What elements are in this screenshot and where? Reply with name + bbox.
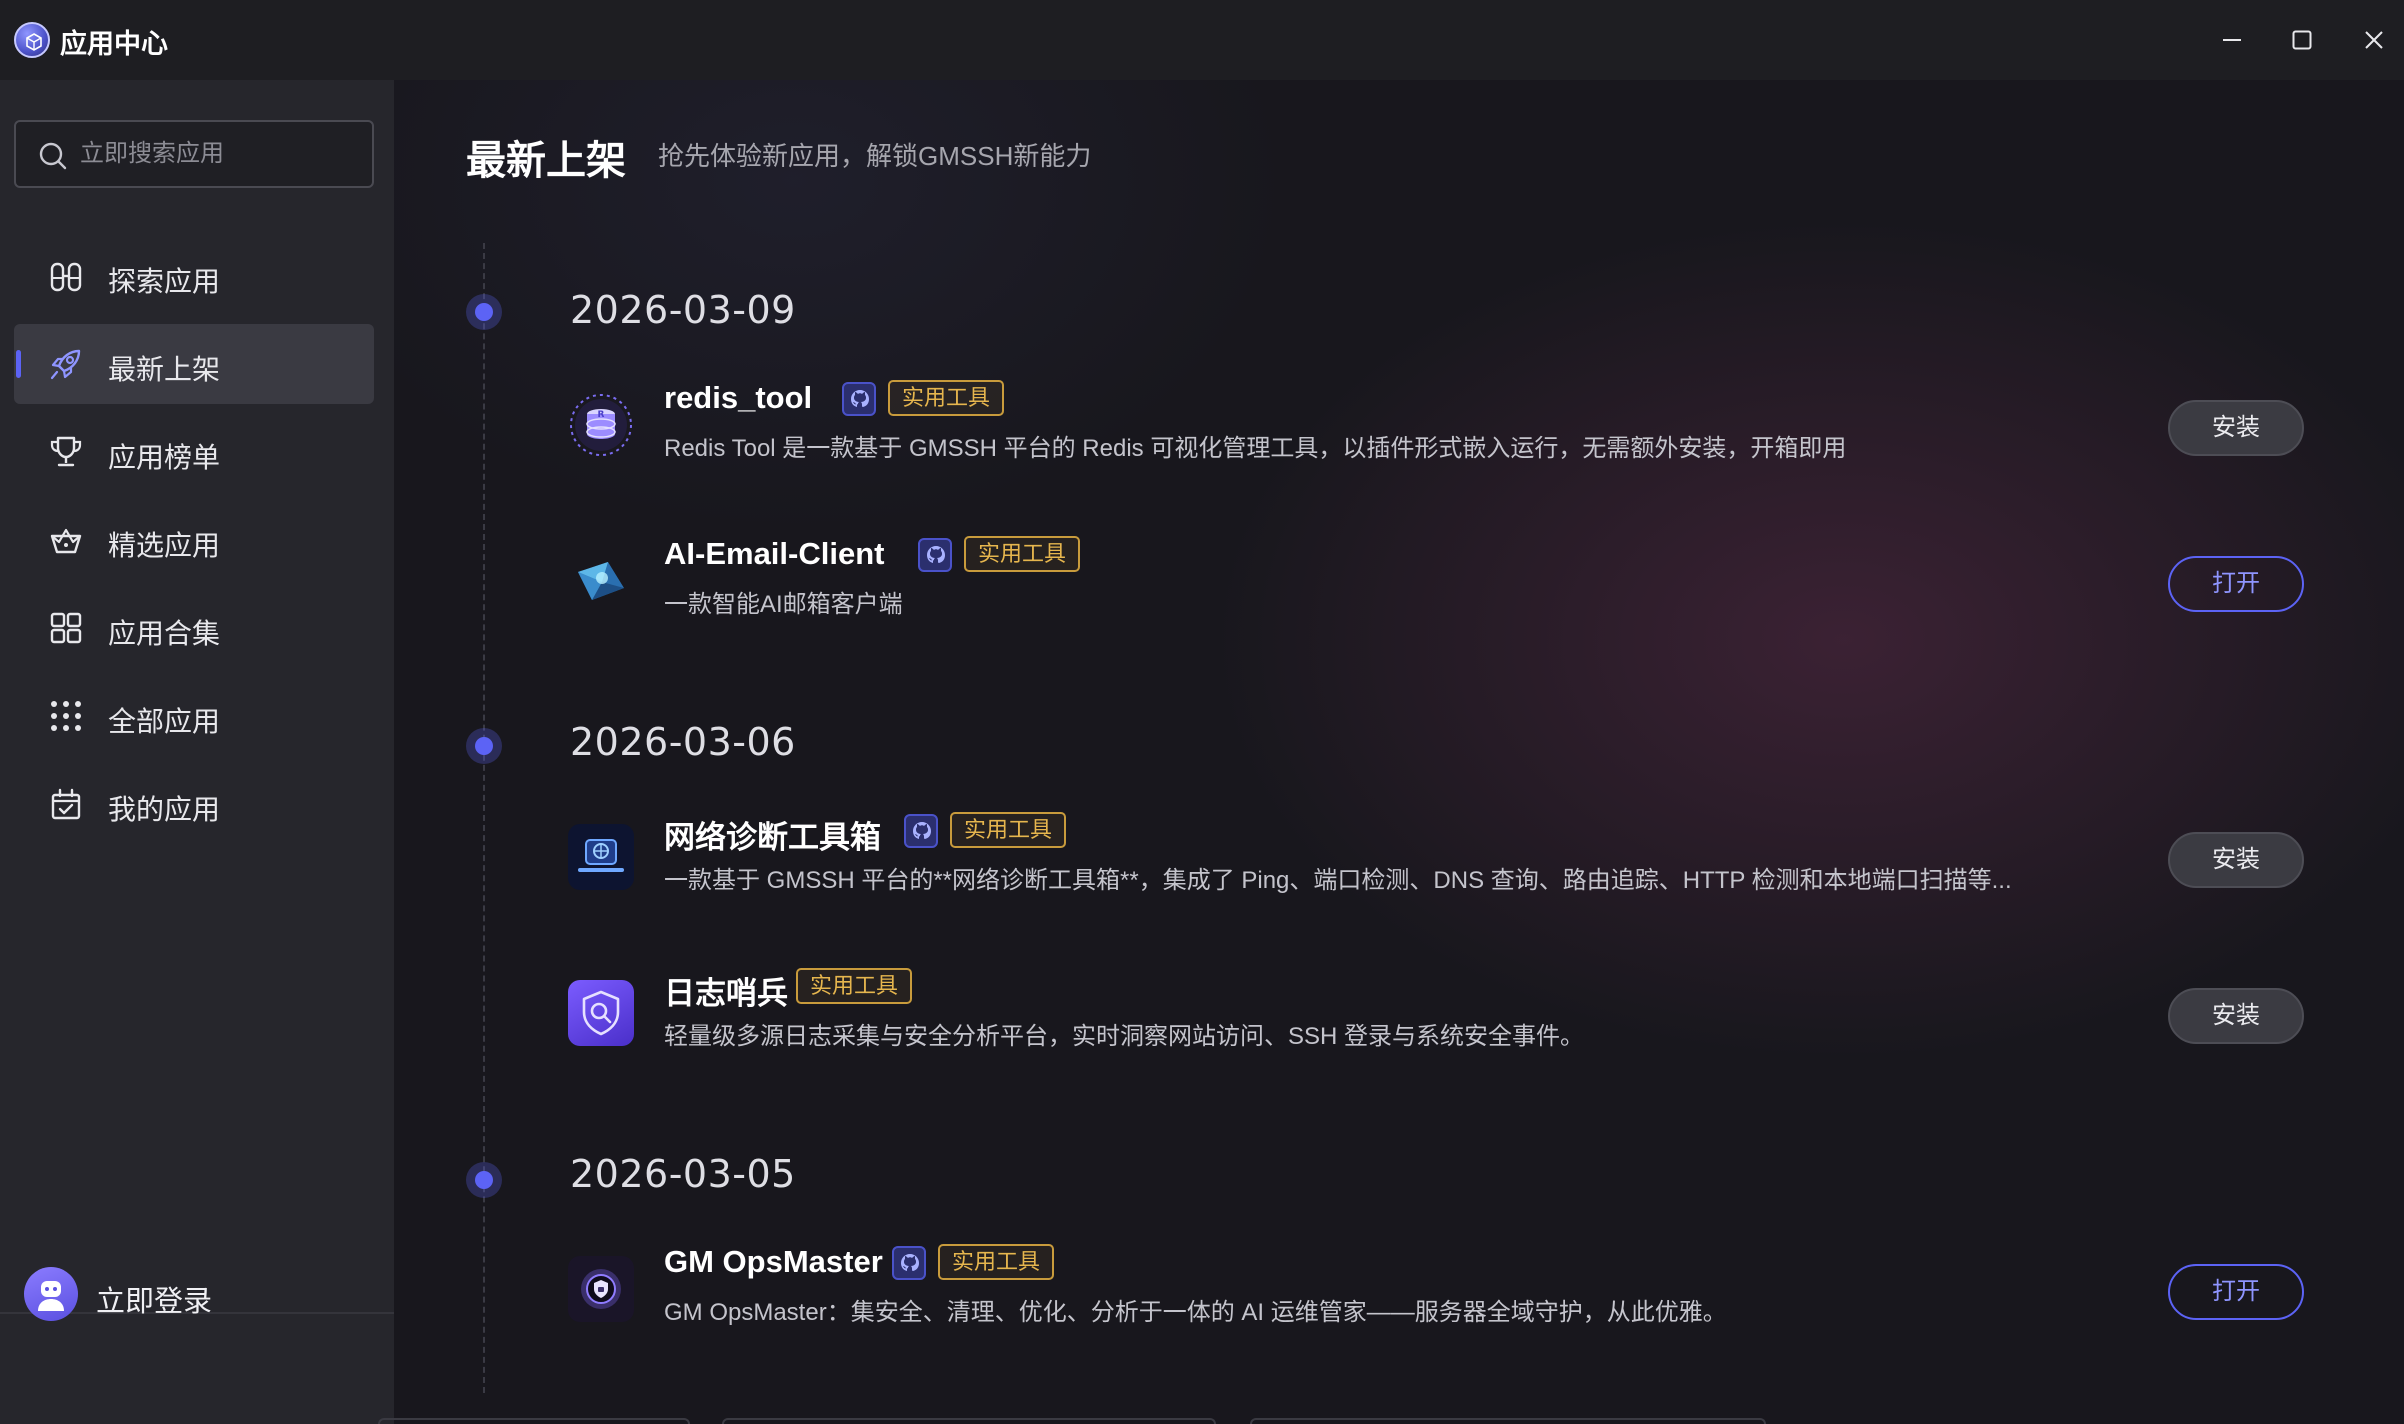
date-label: 2026-03-09 (570, 288, 796, 332)
github-icon[interactable] (918, 538, 952, 572)
github-icon[interactable] (892, 1246, 926, 1280)
network-toolbox-icon (568, 824, 634, 890)
app-description: GM OpsMaster：集安全、清理、优化、分析于一体的 AI 运维管家——服… (664, 1299, 1727, 1326)
partial-card-edge (1250, 1418, 1766, 1424)
app-row-ai-email-client: AI-Email-Client 实用工具 一款智能AI邮箱客户端 打开 (568, 536, 2378, 656)
email-envelope-icon (568, 548, 634, 614)
sidebar-item-collections[interactable]: 应用合集 (14, 588, 374, 668)
category-tag: 实用工具 (950, 812, 1067, 848)
minimize-icon (2223, 39, 2241, 41)
sidebar-item-explore[interactable]: 探索应用 (14, 236, 374, 316)
category-tag: 实用工具 (796, 968, 913, 1004)
avatar[interactable] (24, 1267, 78, 1321)
timeline-dot (466, 294, 502, 330)
category-tag: 实用工具 (964, 536, 1081, 572)
install-button[interactable]: 安装 (2168, 832, 2304, 888)
app-center-window: 应用中心 探索应用 最新上架 应用榜单 (0, 0, 2404, 1424)
github-icon[interactable] (842, 382, 876, 416)
app-description: 一款智能AI邮箱客户端 (664, 591, 903, 618)
category-tag: 实用工具 (938, 1244, 1055, 1280)
app-row-network-toolbox: 网络诊断工具箱 实用工具 一款基于 GMSSH 平台的**网络诊断工具箱**，集… (568, 812, 2378, 932)
window-title: 应用中心 (60, 29, 168, 59)
robot-avatar-icon (38, 1281, 64, 1311)
app-description: 一款基于 GMSSH 平台的**网络诊断工具箱**，集成了 Ping、端口检测、… (664, 867, 2012, 894)
sidebar-item-label: 我的应用 (108, 794, 221, 825)
close-icon (2365, 31, 2383, 49)
binoculars-icon (50, 262, 82, 292)
open-button[interactable]: 打开 (2168, 556, 2304, 612)
shield-search-icon (568, 980, 634, 1046)
install-button[interactable]: 安装 (2168, 988, 2304, 1044)
date-label: 2026-03-05 (570, 1152, 796, 1196)
close-button[interactable] (2354, 20, 2394, 60)
date-label: 2026-03-06 (570, 720, 796, 764)
app-row-log-sentinel: 日志哨兵 实用工具 轻量级多源日志采集与安全分析平台，实时洞察网站访问、SSH … (568, 968, 2378, 1088)
partial-card-edge (378, 1418, 690, 1424)
app-description: 轻量级多源日志采集与安全分析平台，实时洞察网站访问、SSH 登录与系统安全事件。 (664, 1023, 1585, 1050)
search-box[interactable] (14, 120, 374, 188)
sidebar-item-label: 最新上架 (108, 354, 221, 385)
sidebar-item-rankings[interactable]: 应用榜单 (14, 412, 374, 492)
rocket-icon (50, 349, 81, 380)
sidebar-item-featured[interactable]: 精选应用 (14, 500, 374, 580)
app-description: Redis Tool 是一款基于 GMSSH 平台的 Redis 可视化管理工具… (664, 435, 1847, 462)
shield-lock-icon (568, 1256, 634, 1322)
search-input[interactable] (78, 132, 358, 176)
timeline-dot (466, 1162, 502, 1198)
page-title: 最新上架 (466, 139, 626, 183)
app-name[interactable]: AI-Email-Client (664, 536, 884, 572)
sidebar-item-label: 全部应用 (108, 706, 221, 737)
sidebar-item-all-apps[interactable]: 全部应用 (14, 676, 374, 756)
sidebar-item-my-apps[interactable]: 我的应用 (14, 764, 374, 844)
minimize-button[interactable] (2212, 20, 2252, 60)
sidebar-item-label: 应用合集 (108, 618, 221, 649)
sidebar-item-label: 应用榜单 (108, 442, 221, 473)
app-name[interactable]: 日志哨兵 (664, 968, 788, 1013)
timeline-line (483, 243, 485, 1393)
install-button[interactable]: 安装 (2168, 400, 2304, 456)
title-bar: 应用中心 (0, 0, 2404, 80)
timeline-dot (466, 728, 502, 764)
grid-icon (50, 612, 82, 644)
open-button[interactable]: 打开 (2168, 1264, 2304, 1320)
category-tag: 实用工具 (888, 380, 1005, 416)
dots-grid-icon (51, 701, 81, 731)
app-name[interactable]: GM OpsMaster (664, 1244, 883, 1280)
sidebar-item-new-arrivals[interactable]: 最新上架 (14, 324, 374, 404)
svg-text:R: R (598, 410, 605, 420)
maximize-button[interactable] (2282, 20, 2322, 60)
app-name[interactable]: redis_tool (664, 380, 812, 416)
redis-database-icon: R (568, 392, 634, 458)
app-center-logo-icon (14, 22, 50, 58)
app-row-redis-tool: R redis_tool 实用工具 Redis Tool 是一款基于 GMSSH… (568, 380, 2378, 500)
page-subtitle: 抢先体验新应用，解锁GMSSH新能力 (658, 141, 1092, 171)
sidebar: 探索应用 最新上架 应用榜单 精选应用 应用合集 全部应用 (0, 80, 394, 1424)
basket-icon (50, 528, 82, 554)
app-row-gm-opsmaster: GM OpsMaster 实用工具 GM OpsMaster：集安全、清理、优化… (568, 1244, 2378, 1364)
search-icon (39, 142, 67, 170)
app-name[interactable]: 网络诊断工具箱 (664, 812, 881, 857)
active-indicator (16, 350, 21, 378)
github-icon[interactable] (904, 814, 938, 848)
maximize-icon (2292, 30, 2312, 50)
calendar-check-icon (51, 788, 81, 820)
partial-card-edge (722, 1418, 1216, 1424)
login-link[interactable]: 立即登录 (96, 1278, 212, 1320)
main-content: 最新上架 抢先体验新应用，解锁GMSSH新能力 2026-03-09 R red… (394, 80, 2404, 1424)
trophy-icon (50, 436, 82, 467)
sidebar-item-label: 探索应用 (108, 266, 221, 297)
sidebar-item-label: 精选应用 (108, 530, 221, 561)
